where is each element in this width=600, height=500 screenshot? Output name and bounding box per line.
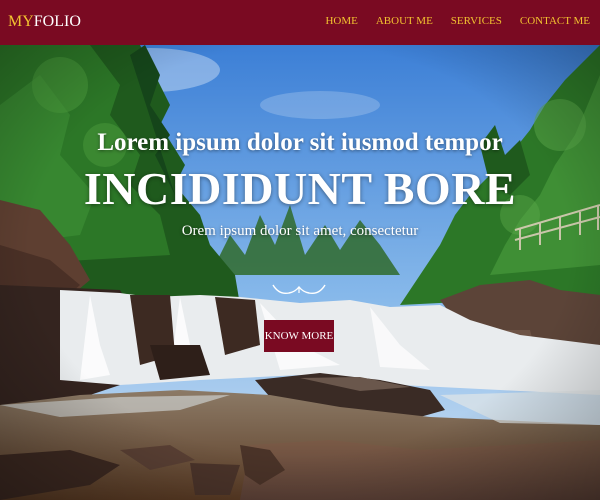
nav-item-home[interactable]: HOME	[325, 15, 357, 28]
divider-ornament-icon	[272, 284, 326, 295]
hero-title: INCIDIDUNT BORE	[83, 163, 517, 214]
nav-item-about-me[interactable]: ABOUT ME	[376, 15, 433, 28]
brand-accent: MY	[8, 13, 34, 30]
know-more-button[interactable]: KNOW MORE	[264, 320, 334, 352]
hero-section: Lorem ipsum dolor sit iusmod tempor INCI…	[0, 45, 600, 500]
brand-logo[interactable]: MYFOLIO	[8, 13, 81, 31]
brand-rest: FOLIO	[33, 13, 81, 30]
nav-item-services[interactable]: SERVICES	[451, 15, 502, 28]
top-navbar: MYFOLIO HOME ABOUT ME SERVICES CONTACT M…	[0, 0, 600, 45]
nav-menu: HOME ABOUT ME SERVICES CONTACT ME	[325, 15, 590, 28]
hero-text: Orem ipsum dolor sit amet, consectetur	[181, 223, 419, 239]
hero-background-image	[0, 45, 600, 500]
hero-subtitle: Lorem ipsum dolor sit iusmod tempor	[97, 129, 503, 156]
nav-item-contact-me[interactable]: CONTACT ME	[520, 15, 590, 28]
